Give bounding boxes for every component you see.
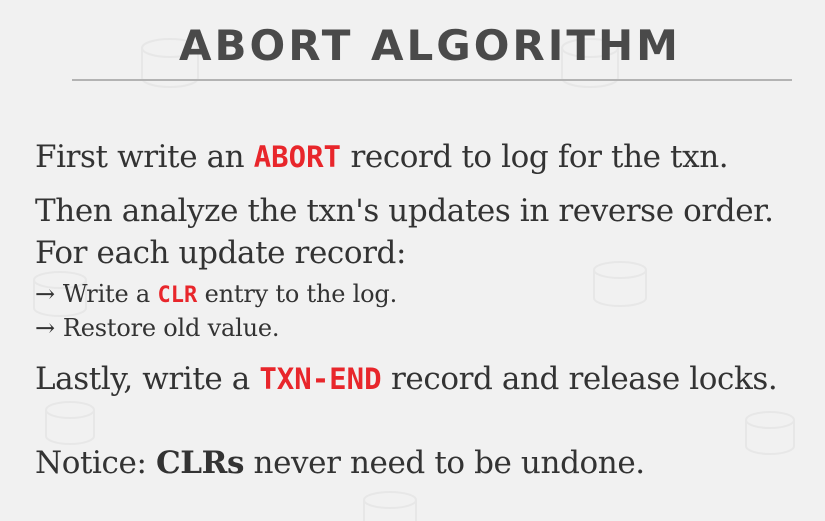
slide-title: ABORT ALGORITHM bbox=[179, 21, 681, 70]
line-text: entry to the log. bbox=[197, 280, 398, 308]
arrow-icon: → bbox=[35, 280, 55, 308]
arrow-icon: → bbox=[35, 314, 55, 342]
notice-line: Notice: CLRs never need to be undone. bbox=[35, 443, 645, 483]
clrs-emphasis: CLRs bbox=[155, 445, 245, 481]
write-clr-line: → Write a CLR entry to the log. bbox=[35, 278, 397, 312]
line-text: Lastly, write a bbox=[35, 361, 260, 397]
line-text: First write an bbox=[35, 139, 254, 175]
title-divider bbox=[72, 79, 792, 81]
line-text: record and release locks. bbox=[381, 361, 778, 397]
line-text: Restore old value. bbox=[62, 314, 280, 342]
abort-record-line: First write an ABORT record to log for t… bbox=[35, 137, 729, 177]
line-text: Write a bbox=[62, 280, 158, 308]
clr-keyword: CLR bbox=[157, 283, 198, 308]
analyze-updates-line: Then analyze the txn's updates in revers… bbox=[35, 193, 774, 229]
line-text: Notice: bbox=[35, 445, 156, 481]
line-text: record to log for the txn. bbox=[341, 139, 729, 175]
line-text: never need to be undone. bbox=[244, 445, 646, 481]
abort-keyword: ABORT bbox=[253, 140, 342, 174]
txn-end-keyword: TXN-END bbox=[259, 362, 382, 396]
txn-end-line: Lastly, write a TXN-END record and relea… bbox=[35, 359, 778, 399]
each-update-line: For each update record: bbox=[35, 235, 407, 271]
restore-value-line: → Restore old value. bbox=[35, 312, 279, 344]
